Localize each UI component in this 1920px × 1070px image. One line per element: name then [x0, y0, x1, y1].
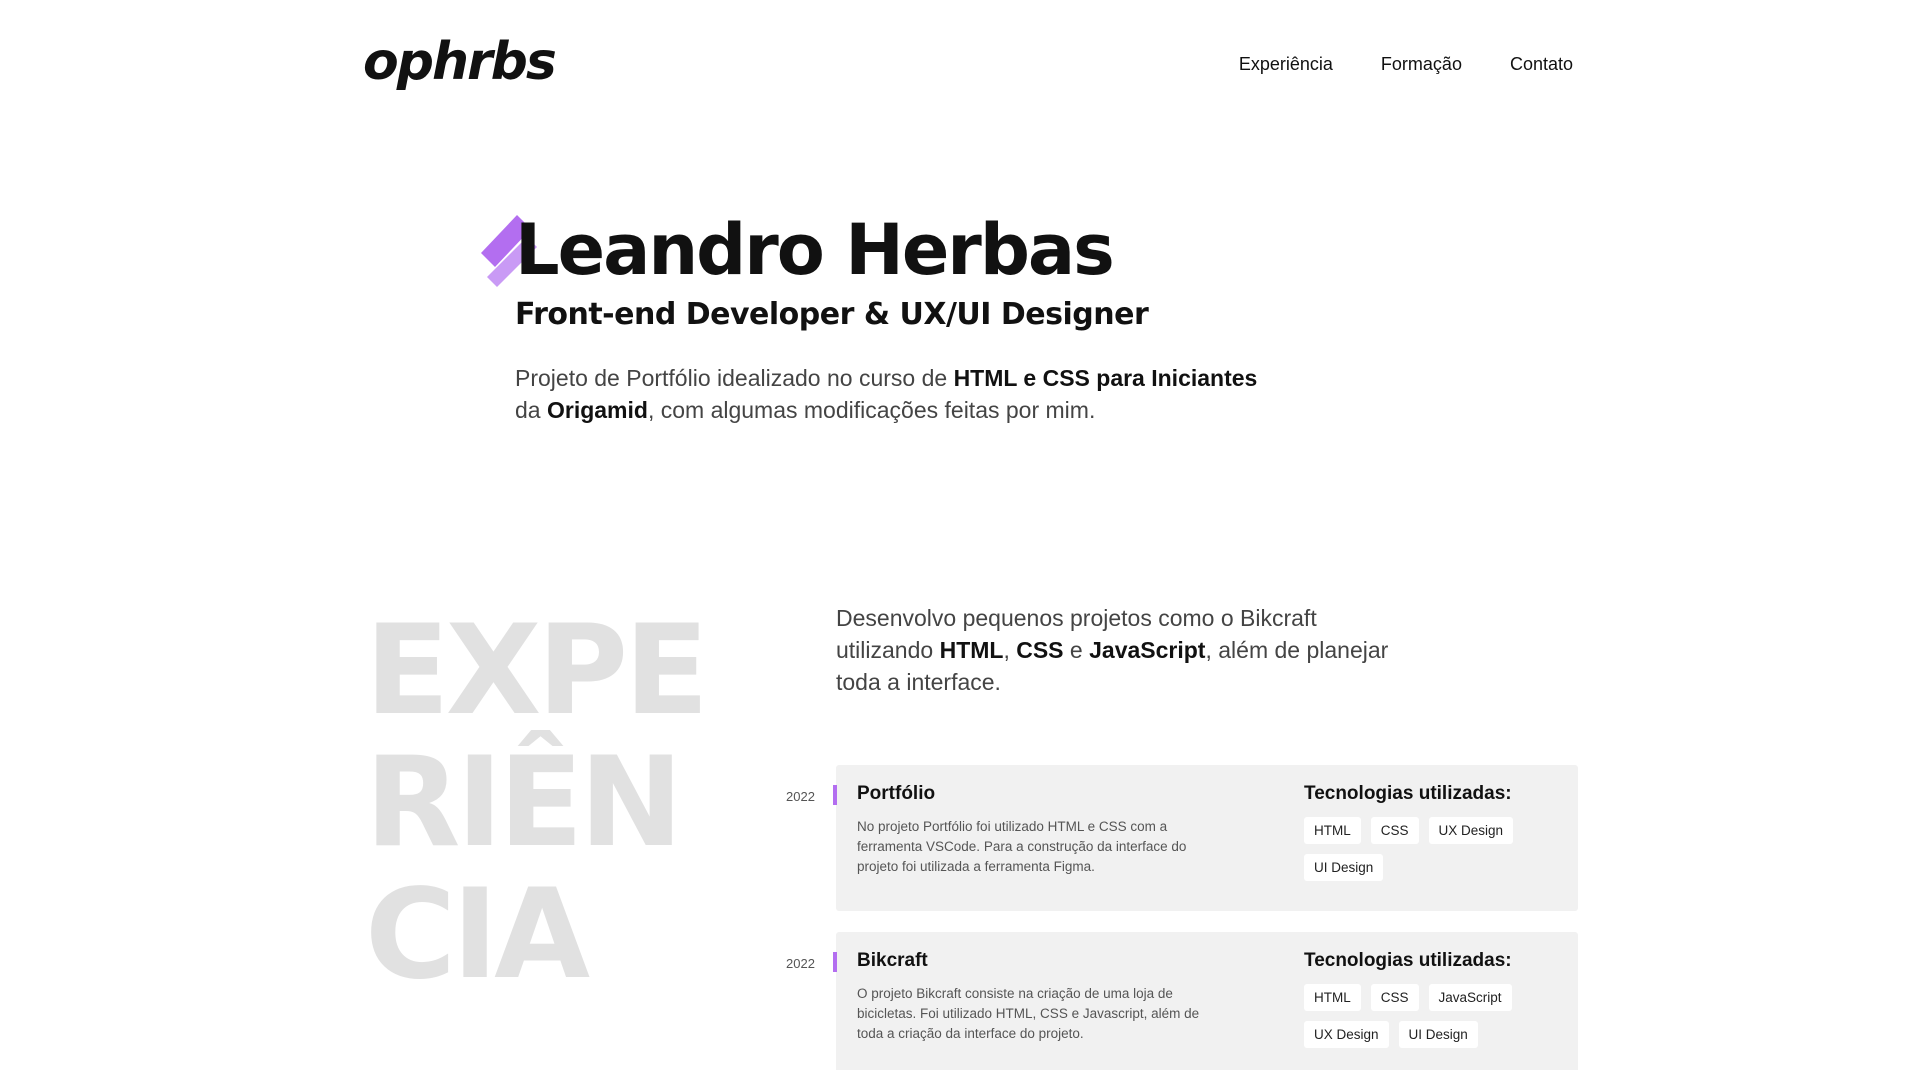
tech-tag: HTML: [1304, 984, 1361, 1011]
tech-tag: UX Design: [1428, 817, 1514, 844]
tech-title: Tecnologias utilizadas:: [1304, 950, 1512, 971]
tech-tag: UI Design: [1398, 1021, 1478, 1048]
experience-heading-line: RIÊN: [365, 731, 683, 875]
nav-link-formacao[interactable]: Formação: [1381, 54, 1462, 75]
site-logo[interactable]: ophrbs: [363, 32, 557, 92]
job-description: O projeto Bikcraft consiste na criação d…: [857, 986, 1200, 1041]
tech-tags: HTML CSS JavaScript UX Design UI Design: [1304, 984, 1564, 1048]
job-title: Bikcraft: [857, 950, 928, 971]
tech-tag: UX Design: [1304, 1021, 1389, 1048]
job-accent-bar: [833, 785, 837, 805]
job-year: 2022: [786, 789, 815, 804]
tech-tag: JavaScript: [1428, 984, 1512, 1011]
tech-tag: HTML: [1304, 817, 1361, 844]
nav-link-experiencia[interactable]: Experiência: [1239, 54, 1333, 75]
job-year: 2022: [786, 956, 815, 971]
main-nav: Experiência Formação Contato: [1239, 54, 1573, 75]
site-header: ophrbs Experiência Formação Contato: [363, 28, 1573, 108]
job-card-bikcraft: 2022 Bikcraft O projeto Bikcraft consist…: [786, 932, 1578, 1070]
nav-link-contato[interactable]: Contato: [1510, 54, 1573, 75]
hero-section: Leandro Herbas Front-end Developer & UX/…: [481, 209, 1315, 426]
tech-tag: CSS: [1370, 817, 1419, 844]
hero-name: Leandro Herbas: [515, 209, 1115, 291]
experience-heading: EXPE RIÊN CIA: [365, 599, 709, 1007]
tech-tag: UI Design: [1304, 854, 1384, 881]
job-accent-bar: [833, 952, 837, 972]
tech-tag: CSS: [1370, 984, 1419, 1011]
experience-heading-line: EXPE: [365, 599, 709, 743]
tech-tags: HTML CSS UX Design UI Design: [1304, 817, 1564, 881]
tech-title: Tecnologias utilizadas:: [1304, 783, 1512, 804]
job-card-portfolio: 2022 Portfólio No projeto Portfólio foi …: [786, 765, 1578, 911]
job-title: Portfólio: [857, 783, 936, 804]
hero-intro: Projeto de Portfólio idealizado no curso…: [515, 365, 1258, 423]
job-description: No projeto Portfólio foi utilizado HTML …: [857, 819, 1187, 874]
experience-heading-line: CIA: [365, 863, 590, 1007]
experience-intro: Desenvolvo pequenos projetos como o Bikc…: [836, 605, 1389, 695]
hero-role: Front-end Developer & UX/UI Designer: [515, 297, 1149, 332]
